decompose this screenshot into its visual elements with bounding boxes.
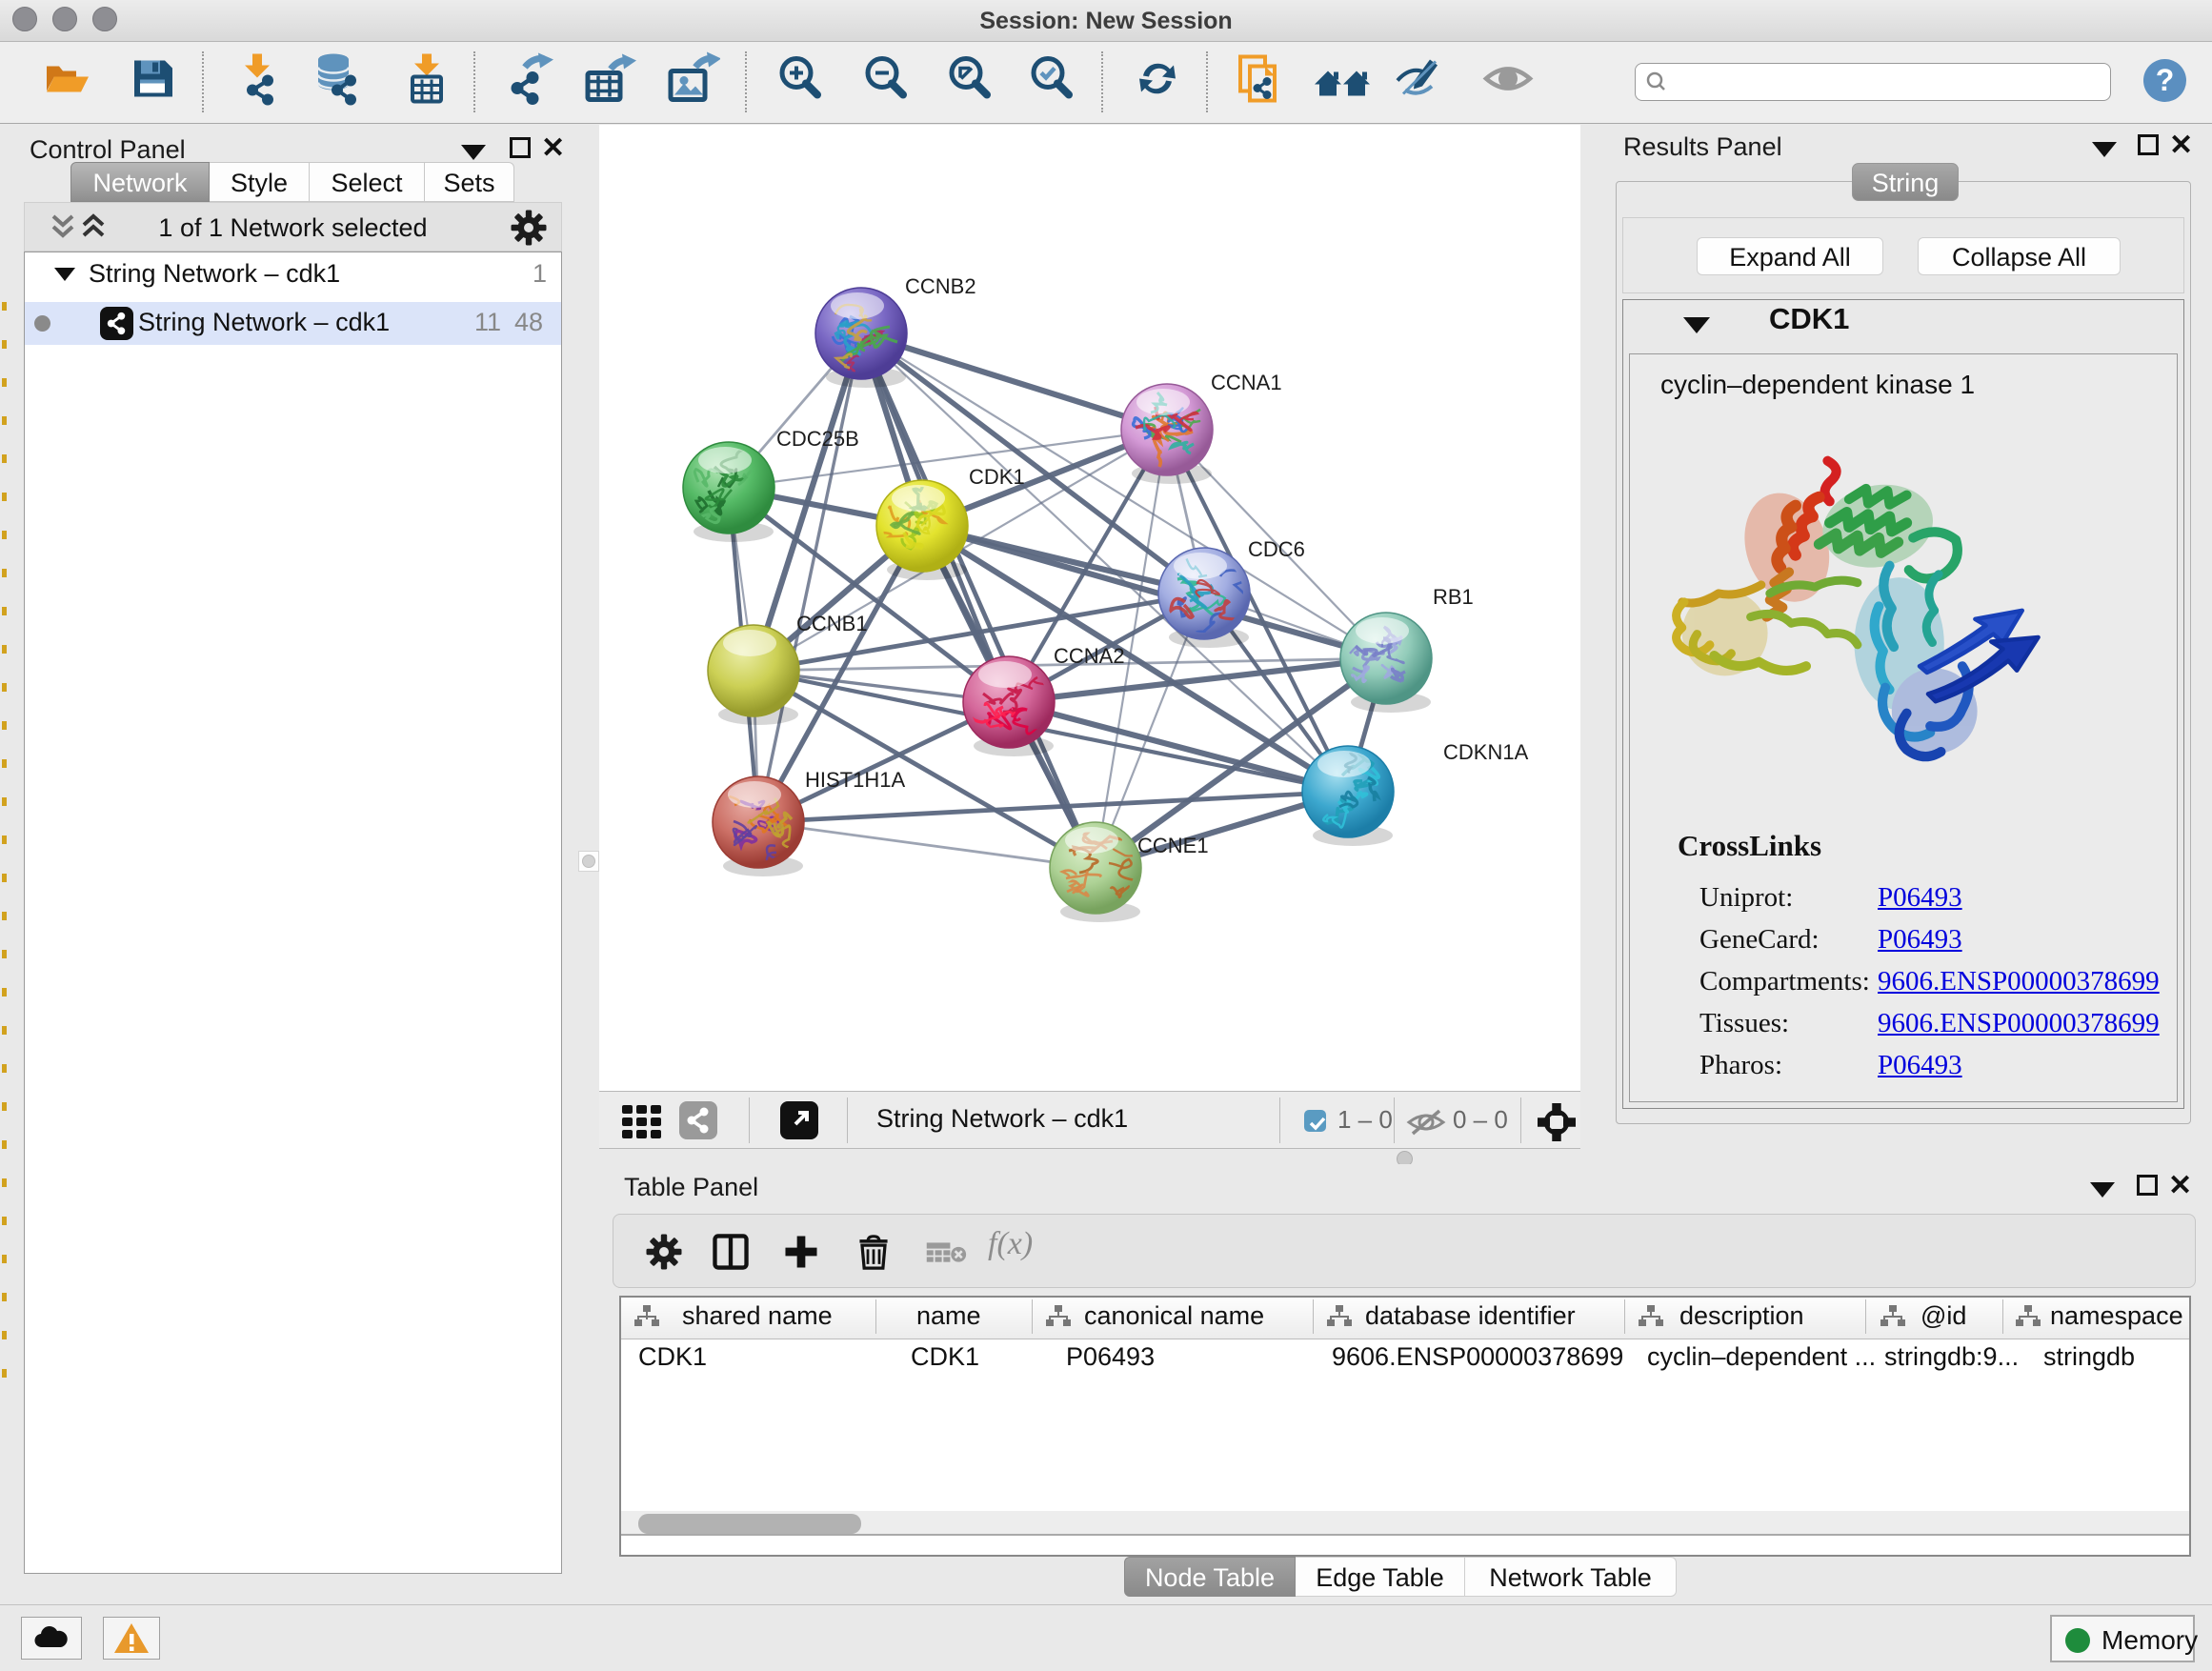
svg-text:HIST1H1A: HIST1H1A — [805, 768, 905, 792]
svg-text:CCNE1: CCNE1 — [1137, 834, 1209, 857]
svg-text:CCNB2: CCNB2 — [905, 274, 976, 298]
svg-text:CCNA1: CCNA1 — [1211, 371, 1282, 394]
svg-text:CCNA2: CCNA2 — [1054, 644, 1125, 668]
svg-text:CDK1: CDK1 — [969, 465, 1025, 489]
svg-text:RB1: RB1 — [1433, 585, 1474, 609]
svg-text:CDC25B: CDC25B — [776, 427, 859, 451]
svg-text:CCNB1: CCNB1 — [796, 612, 868, 635]
svg-text:CDKN1A: CDKN1A — [1443, 740, 1529, 764]
svg-text:CDC6: CDC6 — [1248, 537, 1305, 561]
